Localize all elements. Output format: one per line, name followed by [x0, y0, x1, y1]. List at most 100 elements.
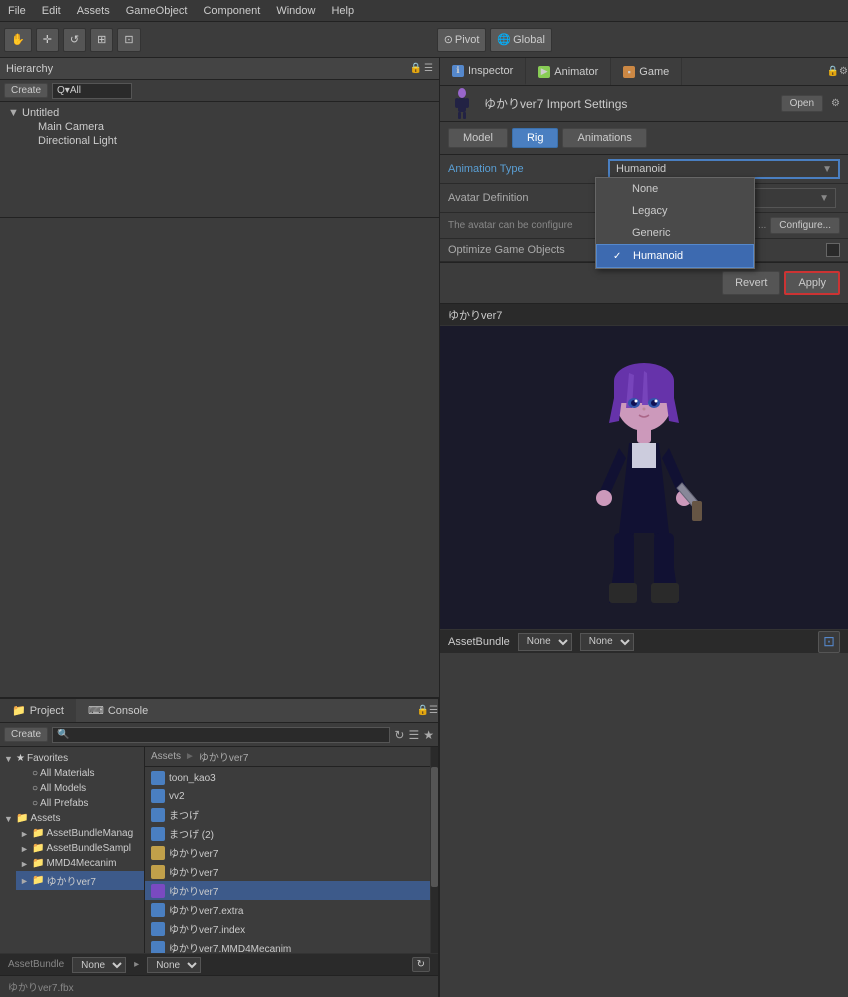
- all-models-item[interactable]: ○ All Models: [16, 781, 144, 796]
- preview-bundle-select1[interactable]: None: [518, 633, 572, 651]
- file-panel-menu[interactable]: ☰: [429, 705, 438, 716]
- asset-bundle-sampl-item[interactable]: ► 📁 AssetBundleSampl: [16, 841, 144, 856]
- configure-btn[interactable]: Configure...: [770, 217, 840, 234]
- tab-console[interactable]: ⌨ Console: [76, 699, 160, 722]
- file-browser: ▼ ★ Favorites ○ All Materials ○ Al: [0, 747, 438, 953]
- tab-project[interactable]: 📁 Project: [0, 699, 76, 722]
- hierarchy-item-directional-light[interactable]: Directional Light: [16, 134, 439, 148]
- optimize-checkbox[interactable]: [826, 243, 840, 257]
- animator-tab-icon: ▶: [538, 66, 550, 78]
- animation-type-label: Animation Type: [448, 163, 608, 175]
- console-tab-icon: ⌨: [88, 704, 104, 717]
- sub-tab-model[interactable]: Model: [448, 128, 508, 148]
- rotate-tool[interactable]: ↺: [63, 28, 86, 52]
- global-button[interactable]: 🌐 Global: [490, 28, 552, 52]
- hierarchy-create-btn[interactable]: Create: [4, 83, 48, 98]
- asset-bundle-manag-item[interactable]: ► 📁 AssetBundleManag: [16, 826, 144, 841]
- assets-item[interactable]: ▼ 📁 Assets: [0, 811, 144, 826]
- file-label-vv2: vv2: [169, 791, 185, 802]
- open-button[interactable]: Open: [781, 95, 823, 112]
- dropdown-item-humanoid[interactable]: ✓ Humanoid: [596, 244, 754, 268]
- hand-tool[interactable]: ✋: [4, 28, 32, 52]
- scrollbar-thumb[interactable]: [431, 767, 438, 887]
- tab-inspector[interactable]: ℹ Inspector: [440, 58, 526, 85]
- menu-edit[interactable]: Edit: [34, 3, 69, 19]
- breadcrumb: Assets ► ゆかりver7: [145, 747, 430, 767]
- asset-bundle-select2[interactable]: None: [147, 957, 201, 973]
- hierarchy-item-untitled[interactable]: ▼ Untitled: [0, 106, 439, 120]
- all-prefabs-item[interactable]: ○ All Prefabs: [16, 796, 144, 811]
- file-item-toon-kao3[interactable]: toon_kao3: [145, 769, 430, 787]
- mmd-label: MMD4Mecanim: [46, 858, 116, 869]
- hierarchy-item-main-camera[interactable]: Main Camera: [16, 120, 439, 134]
- menu-assets[interactable]: Assets: [69, 3, 118, 19]
- mmd-icon: 📁: [32, 858, 44, 869]
- file-item-yukari2[interactable]: ゆかりver7: [145, 862, 430, 881]
- all-prefabs-label: All Prefabs: [40, 798, 88, 809]
- game-tab-label: Game: [639, 66, 669, 78]
- asset-bundle-refresh[interactable]: ↻: [412, 957, 430, 972]
- menu-help[interactable]: Help: [323, 3, 362, 19]
- scale-tool[interactable]: ⊞: [90, 28, 113, 52]
- assets-label: Assets: [30, 813, 60, 824]
- menu-gameobject[interactable]: GameObject: [118, 3, 196, 19]
- pivot-button[interactable]: ⊙ Pivot: [437, 28, 487, 52]
- file-item-yukari-mmd1[interactable]: ゆかりver7.MMD4Mecanim: [145, 938, 430, 953]
- inspector-lock-btn[interactable]: 🔒: [827, 66, 839, 77]
- right-panel: ℹ Inspector ▶ Animator ▪ Game 🔒 ⚙: [440, 58, 848, 997]
- file-item-yukari1[interactable]: ゆかりver7: [145, 843, 430, 862]
- inspector-gear-btn[interactable]: ⚙: [831, 98, 840, 109]
- favorites-arrow: ▼: [4, 754, 14, 764]
- file-search-input[interactable]: [52, 727, 390, 743]
- mmd4mecanim-item[interactable]: ► 📁 MMD4Mecanim: [16, 856, 144, 871]
- file-panel-lock[interactable]: 🔒: [417, 705, 429, 716]
- file-star-btn[interactable]: ★: [423, 728, 434, 742]
- menu-file[interactable]: File: [0, 3, 34, 19]
- file-item-yukari-index[interactable]: ゆかりver7.index: [145, 919, 430, 938]
- tab-animator[interactable]: ▶ Animator: [526, 58, 611, 85]
- inspector-titlebar: ゆかりver7 Import Settings Open ⚙: [440, 86, 848, 122]
- inspector-settings-btn[interactable]: ⚙: [839, 66, 848, 77]
- hierarchy-lock-btn[interactable]: 🔒: [410, 63, 422, 74]
- file-item-matsuge2[interactable]: まつげ (2): [145, 824, 430, 843]
- hierarchy-panel: Hierarchy 🔒 ☰ Create ▼ Untitled Main Cam…: [0, 58, 439, 218]
- apply-button[interactable]: Apply: [784, 271, 840, 295]
- hierarchy-search[interactable]: [52, 83, 132, 99]
- dropdown-item-generic[interactable]: Generic: [596, 222, 754, 244]
- sub-tabs: Model Rig Animations: [440, 122, 848, 155]
- sub-tab-rig[interactable]: Rig: [512, 128, 559, 148]
- file-filter-btn[interactable]: ☰: [408, 728, 419, 742]
- revert-button[interactable]: Revert: [722, 271, 780, 295]
- global-label: Global: [513, 34, 545, 46]
- console-tab-label: Console: [108, 705, 148, 717]
- hierarchy-menu-btn[interactable]: ☰: [424, 63, 433, 74]
- file-label-yukari-index: ゆかりver7.index: [169, 921, 245, 936]
- toolbar: ✋ ✛ ↺ ⊞ ⊡ ⊙ Pivot 🌐 Global: [0, 22, 848, 58]
- yukari-folder-item[interactable]: ► 📁 ゆかりver7: [16, 871, 144, 890]
- preview-scene-btn[interactable]: ⊡: [818, 631, 840, 653]
- file-icon-yukari-extra: [151, 903, 165, 917]
- file-item-yukari3[interactable]: ゆかりver7: [145, 881, 430, 900]
- untitled-arrow: ▼: [8, 107, 18, 119]
- rect-tool[interactable]: ⊡: [117, 28, 140, 52]
- tab-game[interactable]: ▪ Game: [611, 58, 682, 85]
- menu-window[interactable]: Window: [268, 3, 323, 19]
- all-materials-item[interactable]: ○ All Materials: [16, 766, 144, 781]
- animation-type-dropdown[interactable]: Humanoid ▼: [608, 159, 840, 179]
- left-panel: Hierarchy 🔒 ☰ Create ▼ Untitled Main Cam…: [0, 58, 440, 997]
- file-item-matsuge[interactable]: まつげ: [145, 805, 430, 824]
- dropdown-item-legacy[interactable]: Legacy: [596, 200, 754, 222]
- file-refresh-btn[interactable]: ↻: [394, 728, 404, 742]
- dropdown-item-none[interactable]: None: [596, 178, 754, 200]
- file-item-vv2[interactable]: vv2: [145, 787, 430, 805]
- hierarchy-header: Hierarchy 🔒 ☰: [0, 58, 439, 80]
- file-item-yukari-extra[interactable]: ゆかりver7.extra: [145, 900, 430, 919]
- preview-bundle-select2[interactable]: None: [580, 633, 634, 651]
- file-list-scrollbar[interactable]: [430, 747, 438, 953]
- menu-component[interactable]: Component: [195, 3, 268, 19]
- file-create-btn[interactable]: Create: [4, 727, 48, 742]
- favorites-item[interactable]: ▼ ★ Favorites: [0, 751, 144, 766]
- asset-bundle-select1[interactable]: None: [72, 957, 126, 973]
- sub-tab-animations[interactable]: Animations: [562, 128, 646, 148]
- move-tool[interactable]: ✛: [36, 28, 59, 52]
